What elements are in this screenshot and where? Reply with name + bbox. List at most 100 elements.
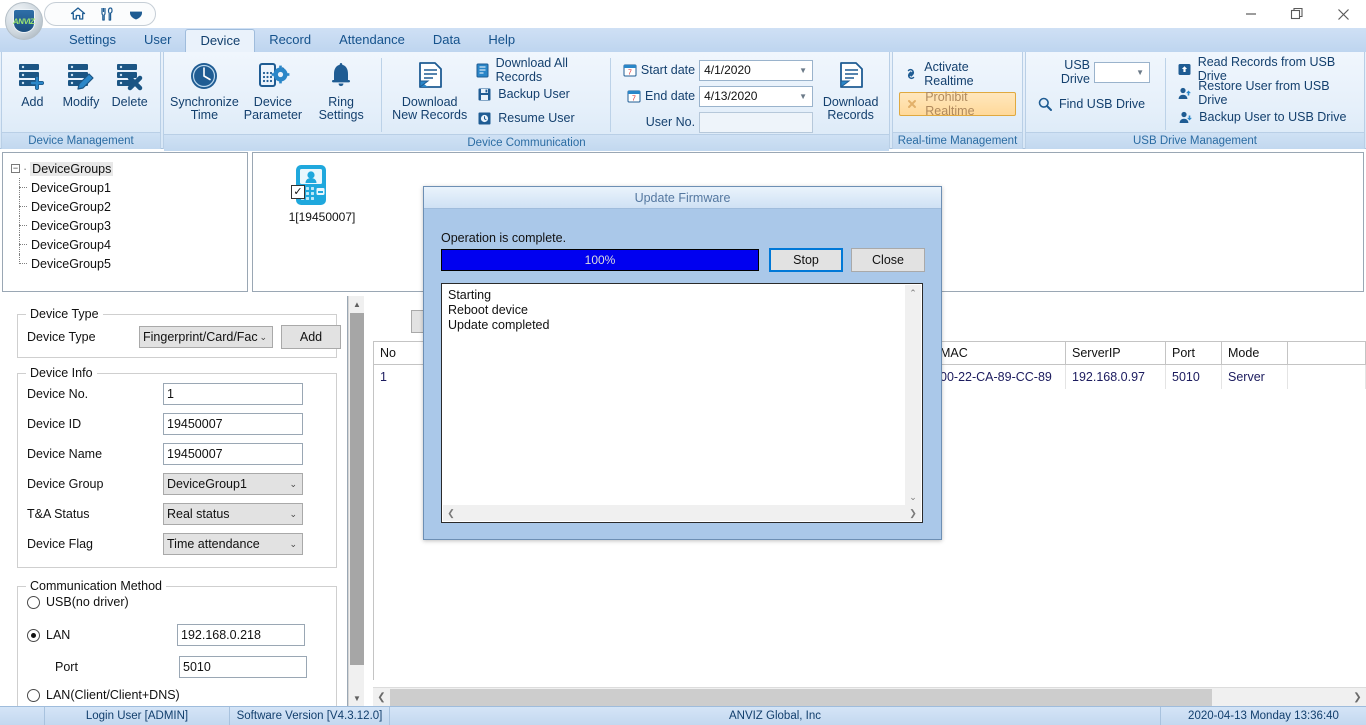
usb-radio[interactable]: [27, 596, 40, 609]
tree-node-devicegroup2[interactable]: DeviceGroup2: [7, 197, 243, 216]
restore-user-usb-button[interactable]: Restore User from USB Drive: [1172, 81, 1358, 105]
log-vertical-scrollbar[interactable]: ⌃ ⌄: [905, 285, 921, 505]
download-records-button[interactable]: Download Records: [818, 56, 883, 122]
device-groups-tree[interactable]: − · DeviceGroups DeviceGroup1 DeviceGrou…: [2, 152, 248, 292]
device-info-legend: Device Info: [26, 366, 97, 380]
backup-user-button[interactable]: Backup User: [471, 82, 604, 106]
resume-user-button[interactable]: Resume User: [471, 106, 604, 130]
form-vertical-scrollbar[interactable]: ▲ ▼: [348, 296, 364, 706]
maximize-button[interactable]: [1274, 0, 1320, 28]
device-name-input[interactable]: 19450007: [163, 443, 303, 465]
tree-node-devicegroup3[interactable]: DeviceGroup3: [7, 216, 243, 235]
tab-record[interactable]: Record: [255, 28, 325, 52]
group-label-realtime: Real-time Management: [893, 132, 1022, 149]
log-scroll-left-icon[interactable]: ❮: [443, 505, 459, 521]
download-new-records-button[interactable]: Download New Records: [388, 56, 471, 122]
end-date-combo[interactable]: 4/13/2020 ▼: [699, 86, 813, 107]
port-input[interactable]: 5010: [179, 656, 307, 678]
synchronize-time-button[interactable]: Synchronize Time: [170, 56, 239, 122]
status-spacer: [0, 707, 45, 725]
tab-data[interactable]: Data: [419, 28, 474, 52]
device-no-input[interactable]: 1: [163, 383, 303, 405]
log-scroll-down-icon[interactable]: ⌄: [905, 489, 921, 505]
backup-user-usb-button[interactable]: Backup User to USB Drive: [1172, 105, 1358, 129]
modify-device-button[interactable]: Modify: [57, 56, 106, 109]
grid-col-mode[interactable]: Mode: [1222, 342, 1288, 364]
ribbon-divider: [381, 58, 382, 132]
tree-node-devicegroup5[interactable]: DeviceGroup5: [7, 254, 243, 273]
quick-access-toolbar: [44, 2, 156, 26]
device-id-input[interactable]: 19450007: [163, 413, 303, 435]
scroll-up-icon[interactable]: ▲: [349, 296, 365, 312]
tab-device[interactable]: Device: [185, 29, 255, 53]
device-checkbox[interactable]: ✓: [291, 185, 305, 199]
download-records-label-2: Records: [827, 108, 874, 122]
scroll-thumb[interactable]: [350, 313, 364, 665]
minimize-button[interactable]: [1228, 0, 1274, 28]
tab-attendance[interactable]: Attendance: [325, 28, 419, 52]
device-flag-combo[interactable]: Time attendance ⌄: [163, 533, 303, 555]
log-scroll-up-icon[interactable]: ⌃: [905, 285, 921, 301]
grid-col-no[interactable]: No: [374, 342, 424, 364]
grid-col-mac[interactable]: MAC: [934, 342, 1066, 364]
lan-client-radio[interactable]: [27, 689, 40, 702]
device-settings-form: Device Type Device Type Fingerprint/Card…: [0, 296, 348, 706]
log-scroll-right-icon[interactable]: ❯: [905, 505, 921, 521]
communication-method-group: Communication Method USB(no driver) LAN …: [17, 586, 337, 706]
activate-realtime-button[interactable]: Activate Realtime: [899, 62, 1016, 86]
user-no-input[interactable]: [699, 112, 813, 133]
collapse-icon[interactable]: −: [11, 164, 20, 173]
close-button[interactable]: [1320, 0, 1366, 28]
device-group-combo[interactable]: DeviceGroup1 ⌄: [163, 473, 303, 495]
device-parameter-button[interactable]: Device Parameter: [239, 56, 307, 122]
ring-settings-button[interactable]: Ring Settings: [307, 56, 375, 122]
lan-client-option-row[interactable]: LAN(Client/Client+DNS): [27, 688, 180, 702]
app-logo[interactable]: ANVIZ: [5, 2, 43, 40]
home-icon[interactable]: [69, 5, 87, 23]
scroll-right-icon[interactable]: ❯: [1349, 689, 1366, 706]
device-type-label: Device Type: [27, 330, 139, 344]
add-device-type-button[interactable]: Add: [281, 325, 341, 349]
prohibit-realtime-button[interactable]: Prohibit Realtime: [899, 92, 1016, 116]
download-all-records-button[interactable]: Download All Records: [471, 58, 604, 82]
tree-node-devicegroup4[interactable]: DeviceGroup4: [7, 235, 243, 254]
ribbon-body: Add Modify: [0, 52, 1366, 149]
read-records-usb-button[interactable]: Read Records from USB Drive: [1172, 57, 1358, 81]
shield-icon[interactable]: [127, 5, 145, 23]
delete-device-button[interactable]: Delete: [105, 56, 154, 109]
scroll-down-icon[interactable]: ▼: [349, 690, 365, 706]
tree-node-devicegroup1[interactable]: DeviceGroup1: [7, 178, 243, 197]
add-device-button[interactable]: Add: [8, 56, 57, 109]
usb-option-row[interactable]: USB(no driver): [27, 595, 129, 609]
grid-col-extra[interactable]: [1288, 342, 1366, 364]
hscroll-thumb[interactable]: [390, 689, 1212, 706]
tab-user[interactable]: User: [130, 28, 185, 52]
status-company: ANVIZ Global, Inc: [390, 707, 1161, 725]
lan-option-label: LAN: [46, 628, 171, 642]
ta-status-combo[interactable]: Real status ⌄: [163, 503, 303, 525]
grid-col-port[interactable]: Port: [1166, 342, 1222, 364]
calendar-icon: 7: [623, 63, 637, 77]
scroll-left-icon[interactable]: ❮: [373, 689, 390, 706]
lan-radio[interactable]: [27, 629, 40, 642]
device-type-combo[interactable]: Fingerprint/Card/Fac ⌄: [139, 326, 273, 348]
tree-label-2: DeviceGroup2: [31, 200, 111, 214]
log-horizontal-scrollbar[interactable]: ❮ ❯: [443, 505, 921, 521]
start-date-combo[interactable]: 4/1/2020 ▼: [699, 60, 813, 81]
usb-read-icon: [1176, 60, 1193, 78]
status-login-user: Login User [ADMIN]: [45, 707, 230, 725]
tree-node-root[interactable]: − · DeviceGroups: [7, 159, 243, 178]
lan-ip-input[interactable]: 192.168.0.218: [177, 624, 305, 646]
tools-icon[interactable]: [98, 5, 116, 23]
tab-settings[interactable]: Settings: [55, 28, 130, 52]
tab-help[interactable]: Help: [474, 28, 529, 52]
grid-col-serverip[interactable]: ServerIP: [1066, 342, 1166, 364]
grid-horizontal-scrollbar[interactable]: ❮ ❯: [373, 687, 1366, 706]
stop-button[interactable]: Stop: [769, 248, 843, 272]
device-item[interactable]: ✓ 1[19450007]: [271, 163, 367, 224]
close-button-dialog[interactable]: Close: [851, 248, 925, 272]
find-usb-drive-button[interactable]: Find USB Drive: [1032, 92, 1159, 116]
lan-option-row[interactable]: LAN 192.168.0.218: [27, 624, 305, 646]
usb-drive-combo[interactable]: ▼: [1094, 62, 1150, 83]
device-type-legend: Device Type: [26, 307, 103, 321]
